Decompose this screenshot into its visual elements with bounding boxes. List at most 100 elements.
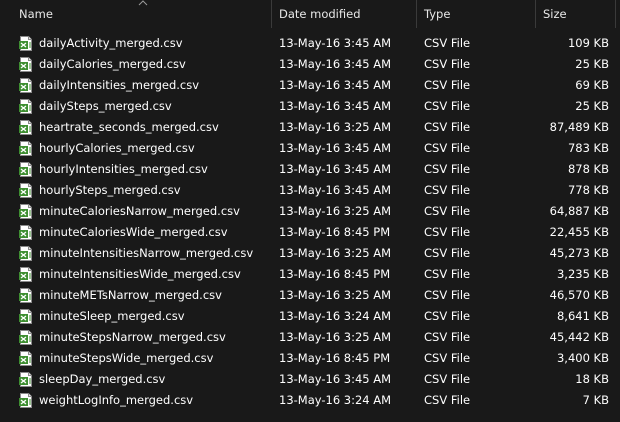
csv-file-icon	[19, 372, 33, 387]
file-type: CSV File	[424, 351, 471, 365]
file-row[interactable]: minuteCaloriesNarrow_merged.csv 13-May-16…	[0, 201, 620, 222]
chevron-up-icon[interactable]	[138, 0, 148, 6]
file-type: CSV File	[424, 78, 471, 92]
csv-file-icon	[19, 162, 33, 177]
column-divider[interactable]	[535, 0, 536, 28]
file-date-modified: 13-May-16 3:24 AM	[279, 393, 392, 407]
file-name: minuteStepsNarrow_merged.csv	[39, 330, 226, 344]
file-name: hourlyCalories_merged.csv	[39, 141, 195, 155]
file-row[interactable]: sleepDay_merged.csv 13-May-16 3:45 AM CSV …	[0, 369, 620, 390]
file-size: 22,455 KB	[549, 225, 609, 239]
file-date-modified: 13-May-16 3:25 AM	[279, 204, 392, 218]
file-date-modified: 13-May-16 3:25 AM	[279, 330, 392, 344]
file-date-modified: 13-May-16 3:45 AM	[279, 372, 392, 386]
file-row[interactable]: hourlySteps_merged.csv 13-May-16 3:45 AM C…	[0, 180, 620, 201]
csv-file-icon	[19, 120, 33, 135]
file-date-modified: 13-May-16 3:45 AM	[279, 36, 392, 50]
file-size: 109 KB	[567, 36, 609, 50]
file-date-modified: 13-May-16 3:45 AM	[279, 162, 392, 176]
file-row[interactable]: minuteIntensitiesWide_merged.csv 13-May-1…	[0, 264, 620, 285]
file-size: 7 KB	[582, 393, 609, 407]
file-size: 783 KB	[567, 141, 609, 155]
column-header-size[interactable]: Size	[543, 0, 567, 28]
csv-file-icon	[19, 393, 33, 408]
file-size: 8,641 KB	[556, 309, 609, 323]
column-header-name[interactable]: Name	[19, 0, 53, 28]
csv-file-icon	[19, 330, 33, 345]
file-type: CSV File	[424, 141, 471, 155]
file-type: CSV File	[424, 330, 471, 344]
file-date-modified: 13-May-16 3:24 AM	[279, 309, 392, 323]
file-type: CSV File	[424, 309, 471, 323]
file-date-modified: 13-May-16 3:45 AM	[279, 99, 392, 113]
column-divider[interactable]	[416, 0, 417, 28]
file-size: 778 KB	[567, 183, 609, 197]
file-row[interactable]: dailyActivity_merged.csv 13-May-16 3:45 A…	[0, 33, 620, 54]
csv-file-icon	[19, 78, 33, 93]
file-row[interactable]: minuteSleep_merged.csv 13-May-16 3:24 AM C…	[0, 306, 620, 327]
column-divider[interactable]	[271, 0, 272, 28]
file-type: CSV File	[424, 393, 471, 407]
file-name: dailyIntensities_merged.csv	[39, 78, 200, 92]
file-date-modified: 13-May-16 8:45 PM	[279, 267, 391, 281]
file-date-modified: 13-May-16 3:25 AM	[279, 288, 392, 302]
file-type: CSV File	[424, 372, 471, 386]
file-row[interactable]: minuteStepsWide_merged.csv 13-May-16 8:45…	[0, 348, 620, 369]
file-type: CSV File	[424, 57, 471, 71]
file-type: CSV File	[424, 288, 471, 302]
file-name: minuteStepsWide_merged.csv	[39, 351, 214, 365]
file-date-modified: 13-May-16 8:45 PM	[279, 225, 391, 239]
file-size: 46,570 KB	[549, 288, 609, 302]
file-row[interactable]: dailyIntensities_merged.csv 13-May-16 3:4…	[0, 75, 620, 96]
file-date-modified: 13-May-16 3:45 AM	[279, 183, 392, 197]
csv-file-icon	[19, 36, 33, 51]
file-name: dailyActivity_merged.csv	[39, 36, 183, 50]
file-row[interactable]: hourlyIntensities_merged.csv 13-May-16 3:…	[0, 159, 620, 180]
file-row[interactable]: minuteCaloriesWide_merged.csv 13-May-16 8…	[0, 222, 620, 243]
csv-file-icon	[19, 183, 33, 198]
file-row[interactable]: minuteStepsNarrow_merged.csv 13-May-16 3:…	[0, 327, 620, 348]
csv-file-icon	[19, 246, 33, 261]
file-type: CSV File	[424, 204, 471, 218]
file-size: 25 KB	[575, 57, 609, 71]
file-size: 18 KB	[575, 372, 609, 386]
file-type: CSV File	[424, 225, 471, 239]
csv-file-icon	[19, 267, 33, 282]
csv-file-icon	[19, 57, 33, 72]
file-name: weightLogInfo_merged.csv	[39, 393, 194, 407]
file-size: 45,273 KB	[549, 246, 609, 260]
file-type: CSV File	[424, 120, 471, 134]
column-divider[interactable]	[615, 0, 616, 28]
file-type: CSV File	[424, 162, 471, 176]
file-list: dailyActivity_merged.csv 13-May-16 3:45 A…	[0, 33, 620, 411]
file-date-modified: 13-May-16 8:45 PM	[279, 351, 391, 365]
column-header-type[interactable]: Type	[424, 0, 450, 28]
file-name: dailySteps_merged.csv	[39, 99, 172, 113]
file-size: 45,442 KB	[549, 330, 609, 344]
file-row[interactable]: weightLogInfo_merged.csv 13-May-16 3:24 A…	[0, 390, 620, 411]
csv-file-icon	[19, 309, 33, 324]
file-date-modified: 13-May-16 3:45 AM	[279, 141, 392, 155]
file-date-modified: 13-May-16 3:45 AM	[279, 78, 392, 92]
file-name: heartrate_seconds_merged.csv	[39, 120, 219, 134]
file-row[interactable]: heartrate_seconds_merged.csv 13-May-16 3:…	[0, 117, 620, 138]
column-header-date-modified[interactable]: Date modified	[279, 0, 361, 28]
csv-file-icon	[19, 141, 33, 156]
file-row[interactable]: dailySteps_merged.csv 13-May-16 3:45 AM CS…	[0, 96, 620, 117]
file-name: hourlyIntensities_merged.csv	[39, 162, 208, 176]
file-date-modified: 13-May-16 3:25 AM	[279, 120, 392, 134]
file-row[interactable]: dailyCalories_merged.csv 13-May-16 3:45 A…	[0, 54, 620, 75]
file-size: 3,400 KB	[556, 351, 609, 365]
column-header-bar: Name Date modified Type Size	[0, 0, 620, 28]
csv-file-icon	[19, 288, 33, 303]
file-name: hourlySteps_merged.csv	[39, 183, 181, 197]
file-name: minuteSleep_merged.csv	[39, 309, 185, 323]
file-row[interactable]: minuteMETsNarrow_merged.csv 13-May-16 3:2…	[0, 285, 620, 306]
file-row[interactable]: hourlyCalories_merged.csv 13-May-16 3:45 …	[0, 138, 620, 159]
csv-file-icon	[19, 225, 33, 240]
file-type: CSV File	[424, 99, 471, 113]
file-name: minuteCaloriesWide_merged.csv	[39, 225, 228, 239]
file-type: CSV File	[424, 246, 471, 260]
file-name: minuteIntensitiesWide_merged.csv	[39, 267, 241, 281]
file-row[interactable]: minuteIntensitiesNarrow_merged.csv 13-May…	[0, 243, 620, 264]
